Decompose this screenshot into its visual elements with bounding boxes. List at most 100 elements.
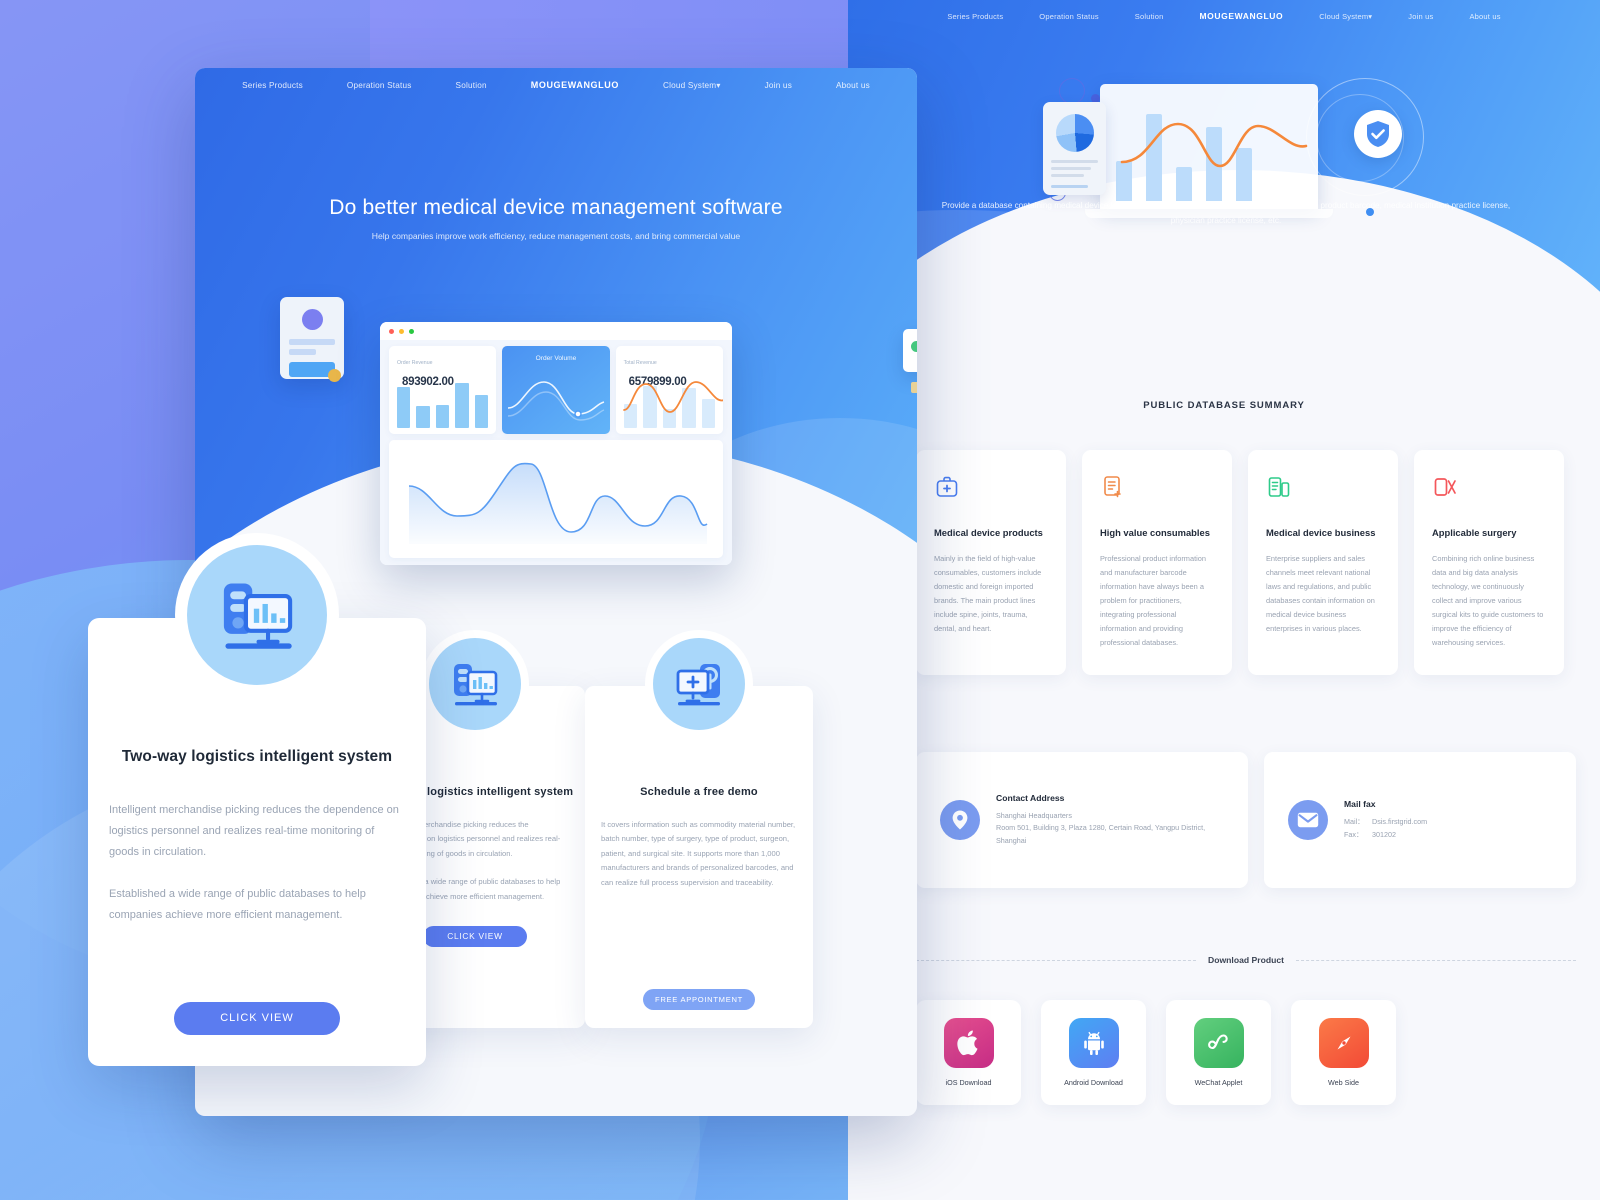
doc-line xyxy=(1051,185,1088,188)
placeholder-line xyxy=(289,339,335,345)
front-card-paragraph: Intelligent merchandise picking reduces … xyxy=(109,804,399,858)
rp-nav-item-join-us[interactable]: Join us xyxy=(1390,12,1451,21)
database-card[interactable]: Medical device business Enterprise suppl… xyxy=(1248,450,1398,675)
business-list-icon xyxy=(1268,477,1290,497)
badge-row xyxy=(911,338,917,374)
contact-address-line: Shanghai xyxy=(996,835,1027,845)
divider-right xyxy=(1295,959,1577,961)
rp-nav-item-cloud-system[interactable]: Cloud System▾ xyxy=(1301,12,1390,21)
backdrop-top-strip xyxy=(370,0,900,72)
mail-row: Mail： Dsis.firstgrid.com xyxy=(1344,816,1427,829)
screenshot-stage: Series Products Operation Status Solutio… xyxy=(0,0,1600,1200)
medical-kit-icon xyxy=(936,476,958,497)
dashboard-body: Order Revenue893902.00 Order Volume Tota… xyxy=(380,340,732,565)
window-titlebar xyxy=(380,322,732,340)
mail-fax-title: Mail fax xyxy=(1344,799,1376,809)
wechat-applet-glyph xyxy=(1207,1034,1228,1050)
laptop-screen xyxy=(1100,84,1318,209)
download-item-ios[interactable]: iOS Download xyxy=(916,1000,1021,1105)
fax-row: Fax： 301202 xyxy=(1344,829,1427,842)
database-card-title: High value consumables xyxy=(1100,527,1210,538)
server-monitor-icon xyxy=(223,583,293,649)
lp-nav-item-series-products[interactable]: Series Products xyxy=(220,81,325,90)
rp-nav-item-about-us[interactable]: About us xyxy=(1451,12,1518,21)
front-feature-card[interactable]: Two-way logistics intelligent system Int… xyxy=(88,533,426,1066)
laptop-trend-line xyxy=(1120,122,1308,168)
android-glyph xyxy=(1083,1031,1104,1055)
download-item-android[interactable]: Android Download xyxy=(1041,1000,1146,1105)
divider-left xyxy=(916,959,1197,961)
lp-nav-item-operation-status[interactable]: Operation Status xyxy=(325,81,434,90)
database-card-title: Applicable surgery xyxy=(1432,527,1517,538)
database-card-title: Medical device business xyxy=(1266,527,1376,538)
total-revenue-overlay-line xyxy=(622,381,723,413)
rp-nav-item-operation-status[interactable]: Operation Status xyxy=(1021,12,1116,21)
left-page-navbar[interactable]: Series Products Operation Status Solutio… xyxy=(195,68,917,102)
right-page-navbar[interactable]: Series Products Operation Status Solutio… xyxy=(848,0,1600,32)
location-pin-icon xyxy=(952,810,968,830)
rp-nav-brand-logo[interactable]: MOUGEWANGLUO xyxy=(1182,11,1302,21)
public-database-card-grid: Medical device products Mainly in the fi… xyxy=(916,450,1576,675)
database-card-title: Medical device products xyxy=(934,527,1043,538)
front-card-paragraph: Established a wide range of public datab… xyxy=(109,888,366,921)
lp-nav-item-join-us[interactable]: Join us xyxy=(743,81,814,90)
contact-cards-row: Contact Address Shanghai Headquarters Ro… xyxy=(916,752,1576,888)
lp-nav-brand-logo[interactable]: MOUGEWANGLUO xyxy=(509,80,641,90)
monitor-plus-icon xyxy=(676,664,720,706)
decor-ring-small-left xyxy=(1059,78,1085,104)
order-volume-line-chart xyxy=(507,381,605,421)
feature-card-text: It covers information such as commodity … xyxy=(601,820,796,887)
download-item-web-side[interactable]: Web Side xyxy=(1291,1000,1396,1105)
download-product-heading: Download Product xyxy=(916,955,1577,965)
database-card[interactable]: Applicable surgery Combining rich online… xyxy=(1414,450,1564,675)
lp-nav-item-about-us[interactable]: About us xyxy=(814,81,892,90)
window-close-dot[interactable] xyxy=(389,328,394,334)
envelope-icon xyxy=(1297,812,1319,828)
doc-line xyxy=(1051,167,1092,170)
lp-nav-item-solution[interactable]: Solution xyxy=(434,81,509,90)
wechat-applet-icon xyxy=(1193,1018,1244,1068)
shield-check-badge xyxy=(1354,110,1402,158)
front-card-medallion xyxy=(175,533,339,697)
database-card-text: Mainly in the field of high-value consum… xyxy=(934,554,1042,633)
feature-card-title: Schedule a free demo xyxy=(640,786,758,798)
rp-nav-item-solution[interactable]: Solution xyxy=(1117,12,1182,21)
rp-nav-item-series-products[interactable]: Series Products xyxy=(929,12,1021,21)
feature-card-button[interactable]: FREE APPOINTMENT xyxy=(643,989,755,1010)
logistics-medallion-inner xyxy=(429,638,521,730)
mail-fax-card[interactable]: Mail fax Mail： Dsis.firstgrid.com Fax： 301… xyxy=(1264,752,1576,888)
download-item-label: iOS Download xyxy=(945,1078,992,1087)
database-card[interactable]: High value consumables Professional prod… xyxy=(1082,450,1232,675)
server-monitor-icon xyxy=(454,664,498,706)
front-card-body: Intelligent merchandise picking reduces … xyxy=(109,800,405,926)
fax-value: 301202 xyxy=(1372,829,1396,839)
apple-icon xyxy=(943,1018,994,1068)
contact-address-body: Contact Address Shanghai Headquarters Ro… xyxy=(996,793,1205,848)
total-revenue-stat: Total Revenue6579899.00 xyxy=(615,346,723,434)
free-demo-medallion xyxy=(645,630,753,738)
decor-profile-card xyxy=(280,297,344,382)
database-card[interactable]: Medical device products Mainly in the fi… xyxy=(916,450,1066,675)
report-document-card xyxy=(1043,102,1106,195)
doc-line xyxy=(1051,160,1098,163)
feature-card-free-demo[interactable]: Schedule a free demo It covers informati… xyxy=(585,630,813,1028)
window-minimize-dot[interactable] xyxy=(399,328,404,334)
download-item-wechat-applet[interactable]: WeChat Applet xyxy=(1166,1000,1271,1105)
android-icon xyxy=(1068,1018,1119,1068)
compass-glyph xyxy=(1337,1036,1350,1050)
lp-nav-item-cloud-system[interactable]: Cloud System▾ xyxy=(641,80,743,90)
hero-title: Do better medical device management soft… xyxy=(329,196,783,219)
mail-fax-body: Mail fax Mail： Dsis.firstgrid.com Fax： 301… xyxy=(1344,799,1427,841)
logistics-medallion xyxy=(421,630,529,738)
rp-cloud-system-label: Cloud System xyxy=(1319,11,1369,21)
order-volume-title: Order Volume xyxy=(535,355,577,362)
feature-card-button[interactable]: CLICK VIEW xyxy=(423,926,527,948)
contact-address-line: Shanghai Headquarters xyxy=(996,810,1072,820)
window-maximize-dot[interactable] xyxy=(409,328,414,334)
download-item-label: Web Side xyxy=(1327,1078,1360,1087)
contact-address-card[interactable]: Contact Address Shanghai Headquarters Ro… xyxy=(916,752,1248,888)
front-card-click-view-button[interactable]: CLICK VIEW xyxy=(174,1002,340,1035)
status-dot-green xyxy=(911,341,917,353)
dashboard-trend-area-chart xyxy=(389,440,723,558)
compass-icon xyxy=(1318,1018,1369,1068)
